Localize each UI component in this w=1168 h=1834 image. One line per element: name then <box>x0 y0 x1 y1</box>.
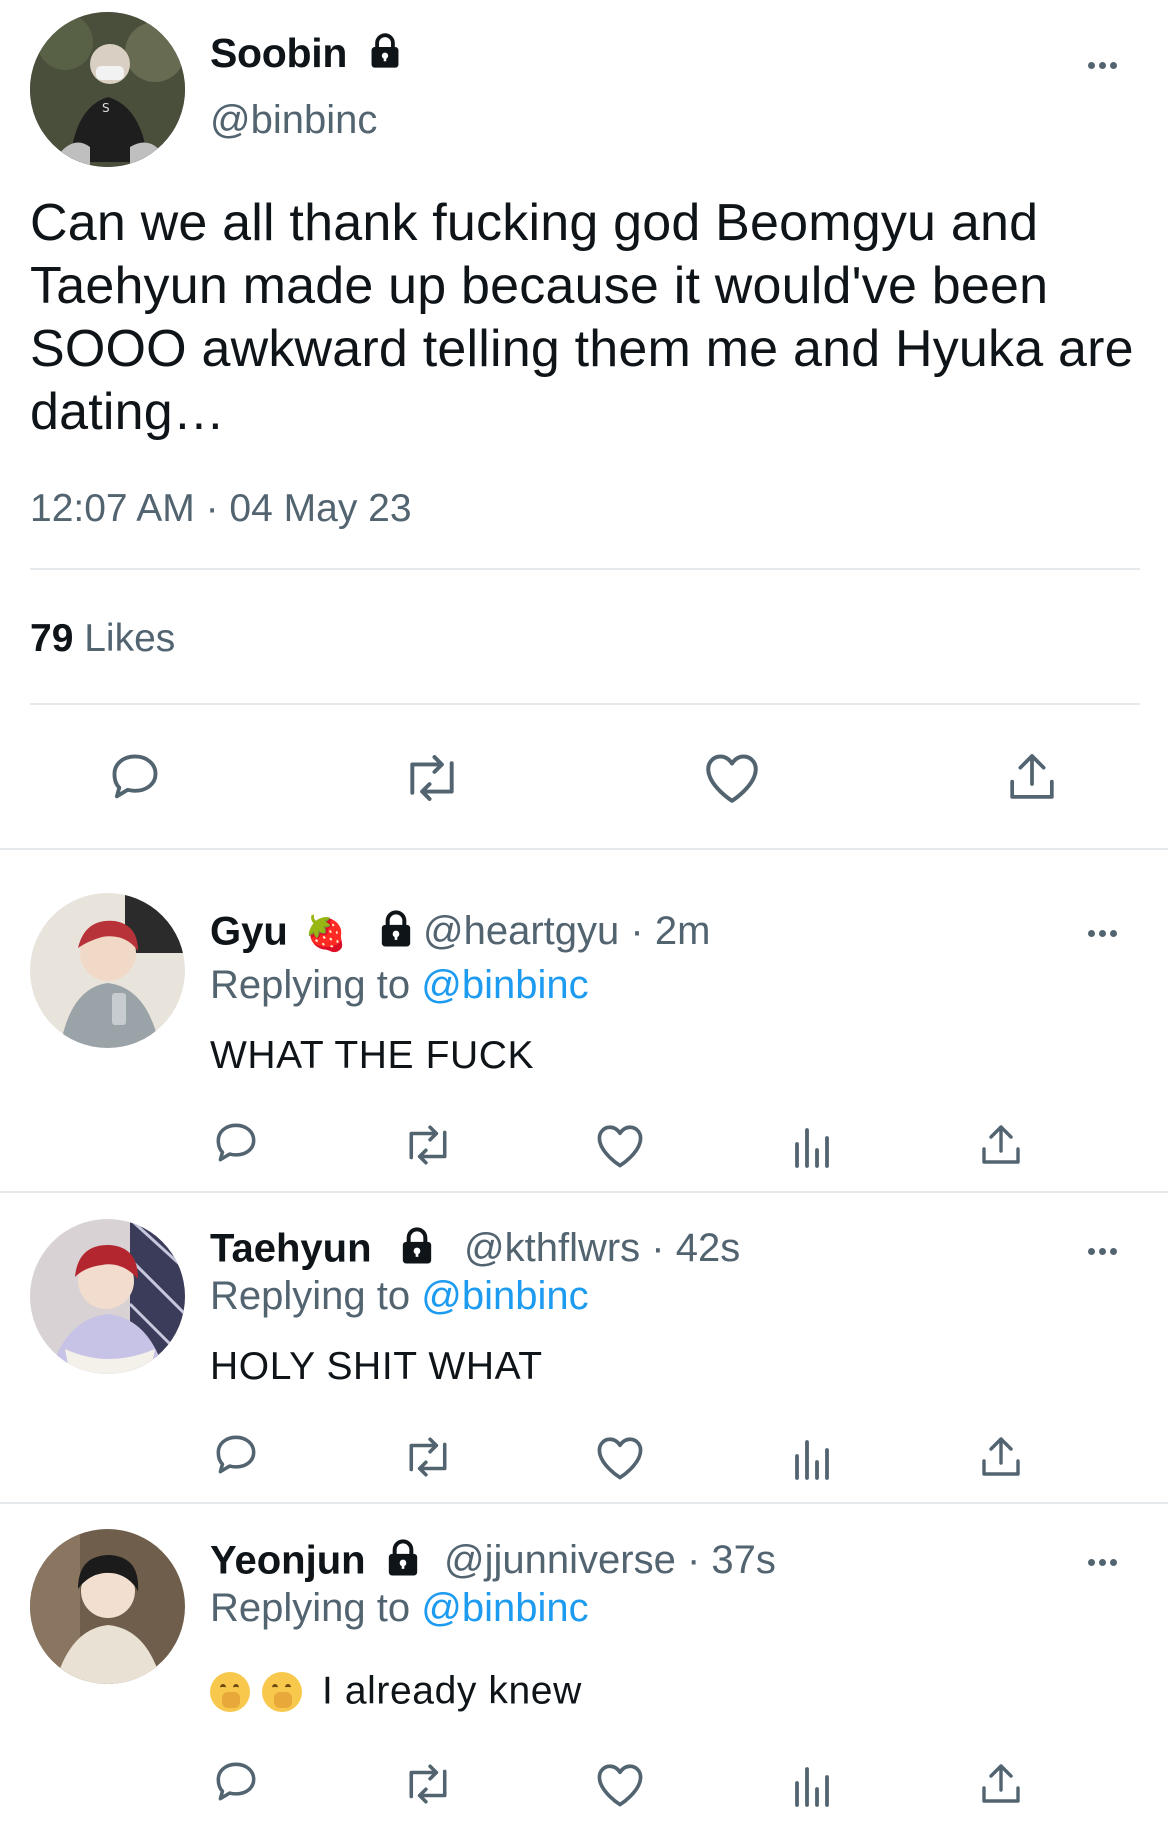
reply-handle-line[interactable]: @jjunniverse · 37s <box>444 1538 776 1583</box>
reply-icon[interactable] <box>211 1757 261 1807</box>
replying-to-link[interactable]: @binbinc <box>421 963 588 1007</box>
retweet-icon[interactable] <box>400 1434 456 1480</box>
hand-over-mouth-emoji <box>210 1671 250 1712</box>
retweet-icon[interactable] <box>400 1122 456 1168</box>
more-options-icon[interactable] <box>1088 1242 1121 1260</box>
reply-icon[interactable] <box>106 748 164 806</box>
replying-prefix: Replying to <box>210 963 411 1007</box>
strawberry-emoji: 🍓 <box>304 914 348 953</box>
retweet-icon[interactable] <box>400 1761 456 1807</box>
divider <box>0 848 1168 850</box>
lock-icon <box>383 1538 423 1588</box>
reply-time[interactable]: · 37s <box>687 1538 776 1582</box>
hand-over-mouth-emoji <box>262 1671 302 1712</box>
reply-author-name[interactable]: Taehyun <box>210 1226 437 1276</box>
reply-handle-line[interactable]: @kthflwrs · 42s <box>464 1226 740 1271</box>
reply-text: I already knew <box>322 1669 582 1713</box>
reply-time[interactable]: · 42s <box>651 1226 740 1270</box>
avatar[interactable] <box>30 1529 185 1684</box>
analytics-icon[interactable] <box>790 1124 832 1168</box>
reply-author-name-text[interactable]: Yeonjun <box>210 1539 366 1583</box>
svg-text:S: S <box>102 101 110 115</box>
lock-icon <box>376 909 416 959</box>
reply-handle[interactable]: @kthflwrs <box>464 1226 640 1270</box>
like-icon[interactable] <box>702 748 762 806</box>
replying-to: Replying to @binbinc <box>210 1586 589 1631</box>
author-name[interactable]: Soobin <box>210 30 404 80</box>
tweet-timestamp[interactable]: 12:07 AM · 04 May 23 <box>30 487 412 531</box>
reply-text: WHAT THE FUCK <box>210 1034 535 1077</box>
author-name-text[interactable]: Soobin <box>210 30 347 76</box>
likes-count[interactable]: 79 Likes <box>30 617 175 661</box>
reply-text: HOLY SHIT WHAT <box>210 1345 543 1388</box>
reply-handle[interactable]: @heartgyu <box>423 909 619 953</box>
more-options-icon[interactable] <box>1088 56 1121 74</box>
reply-author-name[interactable]: Gyu 🍓 <box>210 909 416 959</box>
reply-author-name-text[interactable]: Taehyun <box>210 1227 372 1271</box>
divider <box>30 568 1140 570</box>
analytics-icon[interactable] <box>790 1763 832 1807</box>
share-icon[interactable] <box>977 1432 1025 1482</box>
like-icon[interactable] <box>594 1432 646 1482</box>
avatar[interactable] <box>30 893 185 1048</box>
likes-number: 79 <box>30 617 74 660</box>
reply-author-name-text[interactable]: Gyu <box>210 910 288 954</box>
divider <box>0 1191 1168 1193</box>
reply-text-line: I already knew <box>210 1668 582 1714</box>
like-icon[interactable] <box>594 1120 646 1170</box>
reply-handle[interactable]: @jjunniverse <box>444 1538 676 1582</box>
replying-prefix: Replying to <box>210 1274 411 1318</box>
more-options-icon[interactable] <box>1088 924 1121 942</box>
divider <box>30 703 1140 705</box>
reply-time[interactable]: · 2m <box>630 909 710 953</box>
tweet-text: Can we all thank fucking god Beomgyu and… <box>30 194 1134 441</box>
author-handle[interactable]: @binbinc <box>210 98 377 143</box>
share-icon[interactable] <box>977 1759 1025 1809</box>
reply-author-name[interactable]: Yeonjun <box>210 1538 423 1588</box>
avatar[interactable]: S <box>30 12 185 167</box>
share-icon[interactable] <box>977 1120 1025 1170</box>
replying-to: Replying to @binbinc <box>210 963 589 1008</box>
reply-icon[interactable] <box>211 1430 261 1480</box>
avatar[interactable] <box>30 1219 185 1374</box>
like-icon[interactable] <box>594 1759 646 1809</box>
lock-icon <box>397 1226 437 1276</box>
replying-to-link[interactable]: @binbinc <box>421 1274 588 1318</box>
lock-icon <box>366 32 404 80</box>
divider <box>0 1502 1168 1504</box>
reply-handle-line[interactable]: @heartgyu · 2m <box>423 909 710 954</box>
likes-label: Likes <box>84 617 176 660</box>
analytics-icon[interactable] <box>790 1436 832 1480</box>
share-icon[interactable] <box>1004 748 1060 806</box>
retweet-icon[interactable] <box>400 750 464 806</box>
replying-to: Replying to @binbinc <box>210 1274 589 1319</box>
more-options-icon[interactable] <box>1088 1553 1121 1571</box>
reply-icon[interactable] <box>211 1118 261 1168</box>
replying-prefix: Replying to <box>210 1586 411 1630</box>
replying-to-link[interactable]: @binbinc <box>421 1586 588 1630</box>
